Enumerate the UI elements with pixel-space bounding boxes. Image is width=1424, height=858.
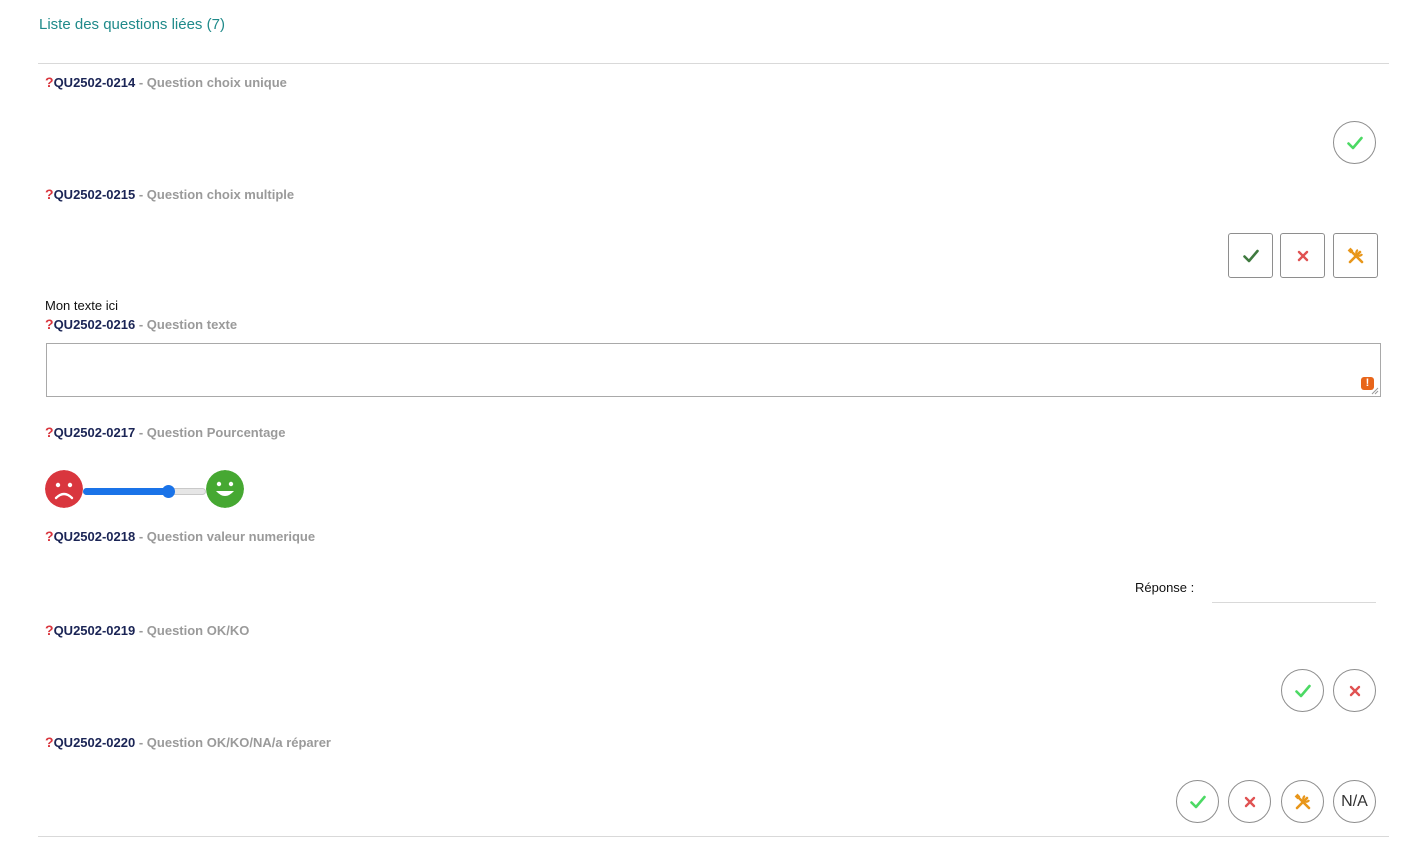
question-code: QU2502-0219 [53, 623, 136, 638]
reponse-label: Réponse : [1135, 580, 1195, 595]
ok-button[interactable] [1176, 780, 1219, 823]
question-code: QU2502-0216 [53, 317, 136, 332]
check-icon [1242, 249, 1259, 262]
question-header-0218: ?QU2502-0218 - Question valeur numerique [45, 528, 315, 544]
check-icon [1346, 136, 1363, 149]
repair-button[interactable] [1333, 233, 1378, 278]
close-icon [1244, 796, 1255, 807]
answer-textarea[interactable] [46, 343, 1381, 397]
ok-button[interactable] [1228, 233, 1273, 278]
question-header-0216: ?QU2502-0216 - Question texte [45, 316, 237, 332]
question-label: - Question valeur numerique [135, 529, 316, 544]
text-question-intro: Mon texte ici [45, 298, 118, 313]
ko-button[interactable] [1228, 780, 1271, 823]
question-code: QU2502-0215 [53, 187, 136, 202]
ok-button[interactable] [1333, 121, 1376, 164]
close-icon [1349, 685, 1360, 696]
check-icon [1294, 684, 1311, 697]
question-header-0214: ?QU2502-0214 - Question choix unique [45, 74, 287, 90]
ko-button[interactable] [1333, 669, 1376, 712]
question-code: QU2502-0218 [53, 529, 136, 544]
question-mark-icon: ? [45, 74, 54, 90]
ok-button[interactable] [1281, 669, 1324, 712]
question-label: - Question choix unique [135, 75, 287, 90]
numeric-answer-input[interactable] [1212, 578, 1376, 603]
question-code: QU2502-0214 [53, 75, 136, 90]
question-label: - Question OK/KO [135, 623, 250, 638]
question-header-0220: ?QU2502-0220 - Question OK/KO/NA/a répar… [45, 734, 331, 750]
question-mark-icon: ? [45, 186, 54, 202]
tools-icon [1347, 247, 1363, 263]
slider-fill [83, 488, 169, 495]
percentage-slider[interactable] [83, 485, 206, 498]
sad-face-icon [45, 470, 83, 508]
na-button[interactable]: N/A [1333, 780, 1376, 823]
repair-button[interactable] [1281, 780, 1324, 823]
tools-icon [1294, 793, 1310, 809]
question-mark-icon: ? [45, 316, 54, 332]
na-label: N/A [1341, 792, 1368, 810]
bottom-divider [38, 836, 1389, 837]
question-mark-icon: ? [45, 424, 54, 440]
question-mark-icon: ? [45, 622, 54, 638]
happy-face-icon [206, 470, 244, 508]
question-mark-icon: ? [45, 734, 54, 750]
section-title: Liste des questions liées (7) [39, 16, 225, 33]
ko-button[interactable] [1280, 233, 1325, 278]
resize-handle-icon[interactable] [1370, 386, 1379, 395]
question-code: QU2502-0217 [53, 425, 136, 440]
question-header-0219: ?QU2502-0219 - Question OK/KO [45, 622, 249, 638]
question-header-0217: ?QU2502-0217 - Question Pourcentage [45, 424, 285, 440]
question-mark-icon: ? [45, 528, 54, 544]
question-header-0215: ?QU2502-0215 - Question choix multiple [45, 186, 294, 202]
question-label: - Question texte [135, 317, 238, 332]
question-label: - Question Pourcentage [135, 425, 286, 440]
check-icon [1189, 795, 1206, 808]
question-code: QU2502-0220 [53, 735, 136, 750]
top-divider [38, 63, 1389, 64]
question-label: - Question choix multiple [135, 187, 295, 202]
close-icon [1297, 250, 1308, 261]
slider-thumb[interactable] [162, 485, 175, 498]
question-label: - Question OK/KO/NA/a réparer [135, 735, 331, 750]
